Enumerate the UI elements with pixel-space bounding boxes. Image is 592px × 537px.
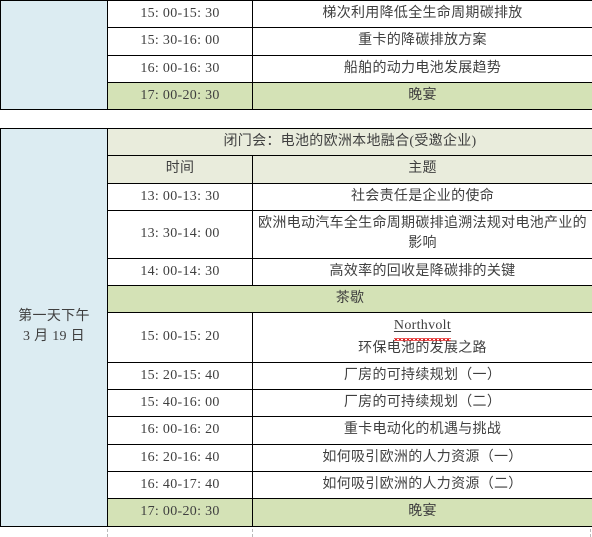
time-cell: 15: 30-16: 00 — [107, 27, 253, 56]
column-header-time: 时间 — [107, 155, 253, 184]
agenda-table-bottom: 第一天下午 3 月 19 日 闭门会：电池的欧洲本地融合(受邀企业) 时间 主题… — [0, 128, 592, 527]
topic-cell: 欧洲电动汽车全生命周期碳排追溯法规对电池产业的影响 — [252, 210, 592, 259]
time-cell: 13: 00-13: 30 — [107, 182, 253, 212]
day-label-cell-top — [0, 0, 108, 111]
topic-cell: 重卡的降碳排放方案 — [252, 27, 592, 56]
topic-cell: 厂房的可持续规划（二） — [252, 389, 592, 418]
topic-cell: 晚宴 — [252, 81, 592, 111]
session-banner: 闭门会：电池的欧洲本地融合(受邀企业) — [107, 128, 592, 157]
topic-cell: 重卡电动化的机遇与挑战 — [252, 416, 592, 445]
table-gap — [0, 110, 592, 129]
time-cell: 17: 00-20: 30 — [107, 81, 253, 111]
day-label-line2: 3 月 19 日 — [23, 329, 85, 345]
time-cell: 13: 30-14: 00 — [107, 210, 253, 259]
time-cell: 14: 00-14: 30 — [107, 257, 253, 286]
topic-cell-northvolt: Northvolt 环保电池的发展之路 — [252, 312, 592, 363]
column-header-topic: 主题 — [252, 155, 592, 184]
topic-subtitle: 环保电池的发展之路 — [358, 340, 487, 356]
topic-cell: 如何吸引欧洲的人力资源（一） — [252, 443, 592, 473]
topic-cell: 高效率的回收是降碳排的关键 — [252, 257, 592, 286]
topic-cell: 船舶的动力电池发展趋势 — [252, 54, 592, 83]
time-cell: 16: 40-17: 40 — [107, 471, 253, 500]
time-cell: 16: 00-16: 30 — [107, 54, 253, 83]
time-cell: 16: 20-16: 40 — [107, 443, 253, 473]
topic-cell: 厂房的可持续规划（一） — [252, 361, 592, 391]
agenda-table-top: 15: 00-15: 30 梯次利用降低全生命周期碳排放 15: 30-16: … — [0, 0, 592, 111]
time-cell: 15: 00-15: 30 — [107, 0, 253, 29]
table-row: 15: 00-15: 30 梯次利用降低全生命周期碳排放 — [0, 0, 592, 111]
time-cell: 17: 00-20: 30 — [107, 498, 253, 527]
day-label-line1: 第一天下午 — [18, 309, 90, 325]
time-cell: 15: 20-15: 40 — [107, 361, 253, 391]
time-cell: 16: 00-16: 20 — [107, 416, 253, 445]
topic-cell: 晚宴 — [252, 498, 592, 527]
break-label: 茶歇 — [107, 284, 592, 314]
day-label-cell: 第一天下午 3 月 19 日 — [0, 128, 108, 527]
banner-row: 第一天下午 3 月 19 日 闭门会：电池的欧洲本地融合(受邀企业) — [0, 128, 592, 527]
topic-cell: 如何吸引欧洲的人力资源（二） — [252, 471, 592, 500]
topic-cell: 梯次利用降低全生命周期碳排放 — [252, 0, 592, 29]
agenda-sheet: 15: 00-15: 30 梯次利用降低全生命周期碳排放 15: 30-16: … — [0, 0, 592, 527]
time-cell: 15: 00-15: 20 — [107, 312, 253, 363]
topic-cell: 社会责任是企业的使命 — [252, 182, 592, 212]
time-cell: 15: 40-16: 00 — [107, 389, 253, 418]
speaker-company-name: Northvolt — [393, 316, 452, 341]
